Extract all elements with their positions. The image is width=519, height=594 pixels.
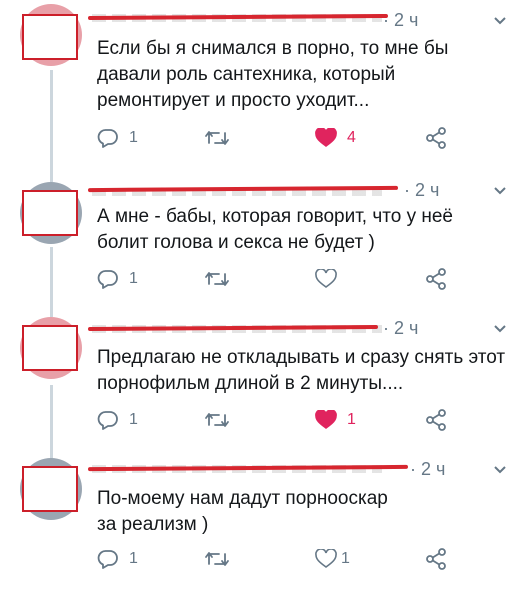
retweet-icon <box>205 552 229 566</box>
tweet-time[interactable]: · 2 ч <box>383 318 418 339</box>
avatar-redaction <box>22 14 78 60</box>
reply-icon <box>97 411 118 430</box>
tweet-text: Если бы я снимался в порно, то мне бы да… <box>97 38 449 111</box>
reply-count: 1 <box>129 550 138 567</box>
like-button[interactable]: 1 <box>315 546 350 572</box>
retweet-icon <box>205 272 229 286</box>
tweet[interactable]: · 2 ч А мне - бабы, которая говорит, что… <box>0 168 519 308</box>
chevron-down-icon[interactable] <box>493 322 507 336</box>
share-button[interactable] <box>425 546 447 572</box>
reply-count: 1 <box>129 270 138 287</box>
avatar-redaction <box>22 190 78 236</box>
like-icon <box>315 269 337 288</box>
reply-count: 1 <box>129 129 138 146</box>
reply-button[interactable]: 1 <box>97 125 138 151</box>
like-icon <box>315 128 337 147</box>
share-button[interactable] <box>425 266 447 292</box>
like-icon <box>315 410 337 429</box>
reply-icon <box>97 270 118 289</box>
retweet-button[interactable] <box>204 407 230 433</box>
tweet-actions: 1 1 <box>97 407 507 433</box>
like-count: 1 <box>341 550 350 567</box>
reply-button[interactable]: 1 <box>97 546 138 572</box>
share-icon <box>426 548 446 570</box>
chevron-down-icon[interactable] <box>493 184 507 198</box>
chevron-down-icon[interactable] <box>493 14 507 28</box>
like-button[interactable] <box>315 266 337 292</box>
like-icon <box>315 549 337 568</box>
tweet-actions: 1 4 <box>97 125 507 151</box>
tweet-text: Предлагаю не откладывать и сразу снять э… <box>97 347 506 394</box>
reply-button[interactable]: 1 <box>97 407 138 433</box>
share-icon <box>426 268 446 290</box>
tweet-time[interactable]: · 2 ч <box>404 180 439 201</box>
share-icon <box>426 409 446 431</box>
tweet-time[interactable]: · 2 ч <box>410 459 445 480</box>
tweet[interactable]: · 2 ч Если бы я снимался в порно, то мне… <box>0 0 519 165</box>
tweet-text: А мне - бабы, которая говорит, что у неё… <box>97 206 453 253</box>
avatar-redaction <box>22 466 78 512</box>
tweet-actions: 1 1 <box>97 546 507 572</box>
like-button[interactable]: 1 <box>315 407 356 433</box>
like-button[interactable]: 4 <box>315 125 356 151</box>
reply-icon <box>97 550 118 569</box>
tweet-time[interactable]: · 2 ч <box>383 10 418 31</box>
retweet-icon <box>205 413 229 427</box>
share-icon <box>426 127 446 149</box>
share-button[interactable] <box>425 407 447 433</box>
like-count: 1 <box>347 411 356 428</box>
reply-button[interactable]: 1 <box>97 266 138 292</box>
reply-icon <box>97 129 118 148</box>
reply-count: 1 <box>129 411 138 428</box>
share-button[interactable] <box>425 125 447 151</box>
like-count: 4 <box>347 129 356 146</box>
tweet-text: По-моему нам дадут порноoскар за реализм… <box>97 488 388 535</box>
avatar-redaction <box>22 325 78 371</box>
retweet-button[interactable] <box>204 546 230 572</box>
tweet-actions: 1 <box>97 266 507 292</box>
retweet-button[interactable] <box>204 125 230 151</box>
retweet-icon <box>205 131 229 145</box>
chevron-down-icon[interactable] <box>493 463 507 477</box>
tweet[interactable]: · 2 ч По-моему нам дадут порноoскар за р… <box>0 450 519 594</box>
tweet[interactable]: · 2 ч Предлагаю не откладывать и сразу с… <box>0 309 519 449</box>
retweet-button[interactable] <box>204 266 230 292</box>
